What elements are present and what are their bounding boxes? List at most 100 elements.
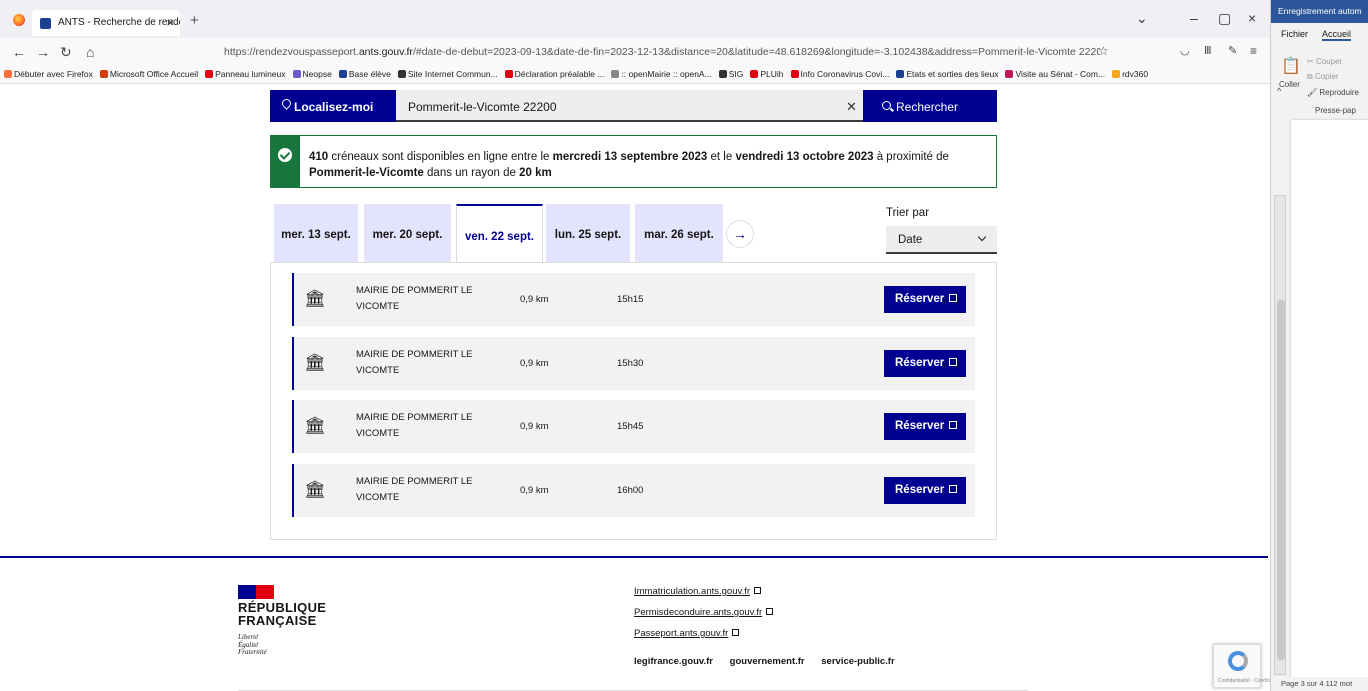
footer-link-permis[interactable]: Permisdeconduire.ants.gouv.fr (634, 607, 774, 618)
bookmark-item[interactable]: Neopse (292, 69, 332, 79)
format-painter-button[interactable]: 🖌 Reproduire (1307, 88, 1359, 97)
bookmark-icon (292, 70, 301, 78)
bookmark-item[interactable]: Site Internet Commun... (397, 69, 498, 79)
legifrance-link[interactable]: legifrance.gouv.fr (634, 656, 713, 667)
bookmark-icon (750, 70, 759, 78)
library-icon[interactable]: Ⅲ (1204, 44, 1212, 57)
town-hall-icon: 🏛 (304, 416, 326, 435)
date-start: mercredi 13 septembre 2023 (552, 151, 708, 163)
bookmark-item[interactable]: Déclaration préalable ... (504, 69, 604, 79)
menu-icon[interactable]: ≡ (1250, 44, 1257, 58)
footer-link-passeport[interactable]: Passeport.ants.gouv.fr (634, 628, 740, 639)
reserve-button[interactable]: Réserver (884, 286, 966, 313)
url-domain: ants.gouv.fr (358, 46, 413, 58)
locate-me-button[interactable]: Localisez-moi (270, 90, 396, 122)
pocket-icon[interactable]: ◡ (1180, 44, 1190, 57)
slot-place: MAIRIE DE POMMERIT LE VICOMTE (356, 476, 473, 503)
extensions-icon[interactable]: ✎ (1228, 44, 1237, 57)
location-pin-icon (280, 97, 293, 110)
bookmark-icon (504, 70, 513, 78)
address-input[interactable]: Pommerit-le-Vicomte 22200 (396, 90, 863, 122)
maximize-icon[interactable]: ▢ (1218, 10, 1231, 27)
bookmark-item[interactable]: Visite au Sénat - Com... (1005, 69, 1105, 79)
reserve-button[interactable]: Réserver (884, 413, 966, 440)
slot-time: 15h15 (617, 294, 644, 305)
close-tab-icon[interactable]: × (166, 15, 174, 30)
check-circle-icon (278, 148, 292, 162)
paste-icon[interactable]: 📋 (1281, 56, 1301, 76)
word-side-window: Enregistrement autom Fichier Accueil 📋 C… (1270, 0, 1368, 691)
slot-distance: 0,9 km (520, 294, 549, 305)
sort-select[interactable]: Date (886, 226, 997, 254)
slot-distance: 0,9 km (520, 421, 549, 432)
word-status-bar: Page 3 sur 4 112 mot (1271, 677, 1368, 691)
word-tab-file[interactable]: Fichier (1281, 29, 1308, 39)
bookmarks-bar: Débuter avec Firefox Microsoft Office Acc… (0, 66, 1270, 84)
bookmark-item[interactable]: Microsoft Office Accueil (99, 69, 198, 79)
reserve-button[interactable]: Réserver (884, 350, 966, 377)
browser-nav-bar: ← → ↻ ⌂ https://rendezvouspasseport.ants… (0, 38, 1270, 66)
bookmark-item[interactable]: PLUih (750, 69, 784, 79)
external-link-icon (949, 421, 958, 429)
date-tab-selected[interactable]: ven. 22 sept. (456, 204, 543, 263)
bookmark-item[interactable]: :: openMairie :: openA... (611, 69, 712, 79)
paste-label[interactable]: Coller (1279, 80, 1300, 89)
copy-button[interactable]: ⧉ Copier (1307, 72, 1339, 82)
bookmark-icon (397, 70, 406, 78)
bookmark-icon (611, 70, 620, 78)
bookmark-icon (1112, 70, 1121, 78)
close-window-icon[interactable]: × (1248, 10, 1256, 26)
bookmark-item[interactable]: SIG (718, 69, 743, 79)
bookmark-icon (4, 70, 12, 78)
gouvernement-link[interactable]: gouvernement.fr (730, 656, 805, 667)
url-rest: /#date-de-debut=2023-09-13&date-de-fin=2… (412, 46, 1100, 58)
clear-input-icon[interactable]: ✕ (846, 99, 857, 115)
recaptcha-badge[interactable]: Confidentialité - Conditions (1213, 644, 1278, 688)
bookmark-item[interactable]: Panneau lumineux (205, 69, 286, 79)
word-ribbon-tabs: Fichier Accueil (1271, 23, 1368, 41)
bookmark-item[interactable]: Débuter avec Firefox (4, 69, 93, 79)
browser-tab[interactable]: ANTS - Recherche de rendez-vous × (32, 10, 180, 36)
next-dates-arrow-icon[interactable]: → (726, 220, 754, 248)
bookmark-icon (205, 70, 214, 78)
search-button[interactable]: Rechercher (863, 90, 997, 122)
bookmark-item[interactable]: Base élève (338, 69, 391, 79)
cut-button[interactable]: ✂ Couper (1307, 57, 1342, 66)
date-tab[interactable]: mer. 13 sept. (274, 204, 358, 262)
footer-link-immatriculation[interactable]: Immatriculation.ants.gouv.fr (634, 586, 761, 597)
tab-list-chevron-icon[interactable]: ⌄ (1136, 10, 1148, 27)
slot-count: 410 (309, 151, 329, 163)
bookmark-icon (896, 70, 905, 78)
date-tab[interactable]: mer. 20 sept. (364, 204, 451, 262)
search-bar: Localisez-moi Pommerit-le-Vicomte 22200 … (270, 90, 997, 122)
bookmark-item[interactable]: Info Coronavirus Covi... (790, 69, 889, 79)
date-tab[interactable]: mar. 26 sept. (635, 204, 723, 262)
minimize-icon[interactable]: – (1190, 10, 1198, 26)
forward-icon[interactable]: → (36, 44, 50, 60)
word-tab-home[interactable]: Accueil (1322, 29, 1352, 41)
reserve-button[interactable]: Réserver (884, 477, 966, 504)
radius: 20 km (519, 167, 552, 179)
reload-icon[interactable]: ↻ (60, 44, 72, 61)
bookmark-item[interactable]: Etats et sorties des lieux (896, 69, 998, 79)
document-page[interactable] (1291, 120, 1368, 680)
external-link-icon (753, 587, 761, 594)
external-link-icon (949, 294, 958, 302)
home-icon[interactable]: ⌂ (86, 44, 94, 60)
service-public-link[interactable]: service-public.fr (821, 656, 894, 667)
url-bar[interactable]: https://rendezvouspasseport.ants.gouv.fr… (180, 42, 1100, 63)
alert-side-bar (271, 136, 300, 187)
date-tab[interactable]: lun. 25 sept. (546, 204, 630, 262)
bookmark-star-icon[interactable]: ☆ (1098, 44, 1109, 58)
collapse-ribbon-icon[interactable]: ^ (1277, 86, 1281, 96)
ants-favicon-icon (40, 18, 51, 29)
word-scrollbar[interactable] (1277, 300, 1285, 660)
availability-alert: 410 créneaux sont disponibles en ligne e… (270, 135, 997, 188)
town-hall-icon: 🏛 (304, 353, 326, 372)
new-tab-icon[interactable]: + (190, 12, 199, 29)
locate-me-label: Localisez-moi (294, 100, 374, 114)
bookmark-item[interactable]: rdv360 (1112, 69, 1148, 79)
bookmark-icon (99, 70, 108, 78)
back-icon[interactable]: ← (12, 44, 26, 60)
url-prefix: https://rendezvouspasseport. (224, 46, 359, 58)
